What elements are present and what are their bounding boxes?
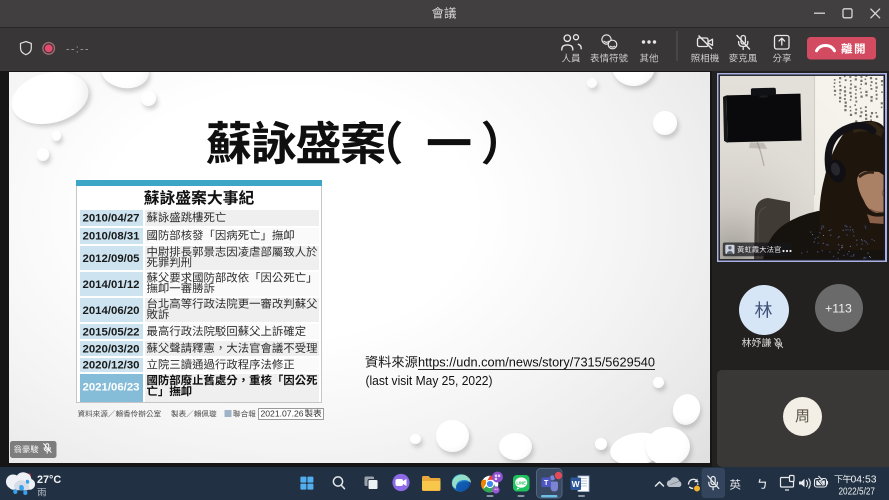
svg-text:--:--: --:-- [66,43,90,55]
svg-text:2021.07.26: 2021.07.26 [261,408,304,418]
svg-text:LINE: LINE [516,481,526,486]
svg-text:2014/01/12: 2014/01/12 [82,279,139,291]
svg-text:2010/04/27: 2010/04/27 [82,213,139,225]
svg-text:27°C: 27°C [37,474,61,486]
svg-text:2020/03/20: 2020/03/20 [82,343,139,355]
svg-text:2021/06/23: 2021/06/23 [82,382,139,394]
svg-text:W: W [572,479,581,489]
svg-text:2020/12/30: 2020/12/30 [82,360,139,372]
svg-text:2012/09/05: 2012/09/05 [82,253,140,265]
svg-text:2010/08/31: 2010/08/31 [82,231,140,243]
svg-text:+113: +113 [825,301,852,315]
svg-text:04:53: 04:53 [851,474,877,486]
svg-text:https://udn.com/news/story/731: https://udn.com/news/story/7315/5629540 [418,355,655,370]
svg-text:2022/5/27: 2022/5/27 [839,486,876,497]
svg-text:2014/06/20: 2014/06/20 [82,305,139,317]
svg-text:T: T [544,480,549,487]
svg-text:(last visit May 25, 2022): (last visit May 25, 2022) [366,373,493,388]
svg-text:2015/05/22: 2015/05/22 [82,326,139,338]
